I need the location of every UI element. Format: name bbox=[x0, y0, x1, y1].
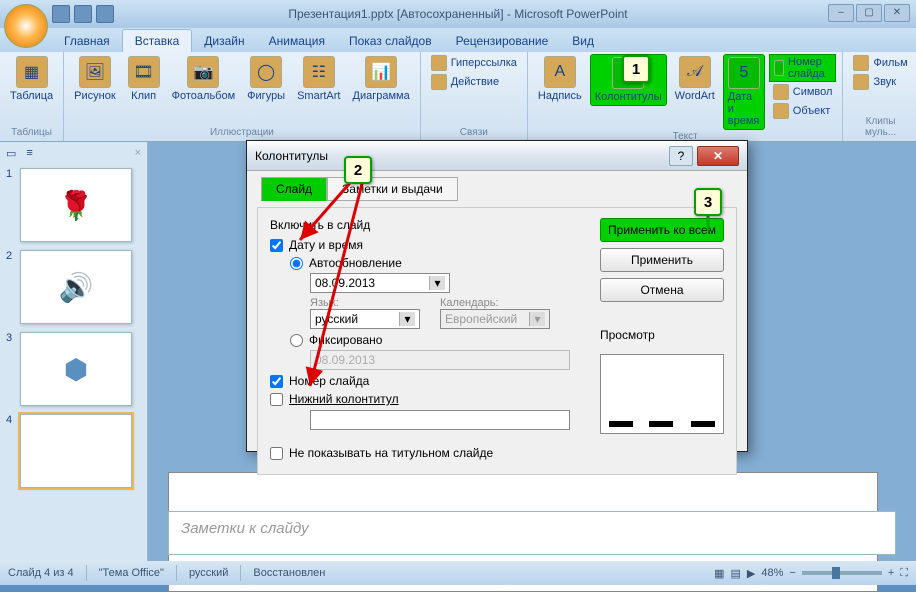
status-bar: Слайд 4 из 4 "Тема Office" русский Восст… bbox=[0, 561, 916, 585]
qat-redo-icon[interactable] bbox=[96, 5, 114, 23]
symbol-button[interactable]: Символ bbox=[769, 83, 837, 101]
slide-thumb-3[interactable]: ⬢ bbox=[20, 332, 132, 406]
qat-save-icon[interactable] bbox=[52, 5, 70, 23]
album-icon: 📷 bbox=[187, 56, 219, 88]
zoom-slider[interactable] bbox=[802, 571, 882, 575]
calendar-combo: Европейский▾ bbox=[440, 309, 550, 329]
datetime-button[interactable]: 5Дата и время bbox=[723, 54, 765, 130]
status-slide: Слайд 4 из 4 bbox=[8, 567, 74, 579]
dialog-close-button[interactable]: ✕ bbox=[697, 146, 739, 166]
album-button[interactable]: 📷Фотоальбом bbox=[168, 54, 240, 104]
slide-thumb-2[interactable]: 🔊 bbox=[20, 250, 132, 324]
tab-view[interactable]: Вид bbox=[560, 30, 606, 52]
movie-button[interactable]: Фильм bbox=[849, 54, 911, 72]
preview-label: Просмотр bbox=[600, 328, 724, 342]
dialog-help-button[interactable]: ? bbox=[669, 146, 693, 166]
minimize-button[interactable]: – bbox=[828, 4, 854, 22]
thumb-num: 3 bbox=[6, 332, 16, 406]
sound-icon bbox=[853, 74, 869, 90]
view-sorter-icon[interactable]: ▤ bbox=[731, 567, 741, 580]
qat-undo-icon[interactable] bbox=[74, 5, 92, 23]
thumb-num: 4 bbox=[6, 414, 16, 488]
step-marker-3: 3 bbox=[694, 188, 722, 216]
tab-slideshow[interactable]: Показ слайдов bbox=[337, 30, 444, 52]
thumb-num: 1 bbox=[6, 168, 16, 242]
tab-insert[interactable]: Вставка bbox=[122, 29, 193, 52]
sound-button[interactable]: Звук bbox=[849, 73, 911, 91]
tab-design[interactable]: Дизайн bbox=[192, 30, 256, 52]
step-marker-2: 2 bbox=[344, 156, 372, 184]
group-links-label: Связи bbox=[427, 126, 521, 139]
group-illustrations-label: Иллюстрации bbox=[70, 126, 414, 139]
zoom-level[interactable]: 48% bbox=[761, 567, 783, 579]
group-tables-label: Таблицы bbox=[6, 126, 57, 139]
chevron-down-icon: ▾ bbox=[529, 312, 545, 326]
fit-icon[interactable]: ⛶ bbox=[900, 567, 908, 580]
notes-pane[interactable]: Заметки к слайду bbox=[168, 511, 896, 555]
status-recovered: Восстановлен bbox=[253, 567, 325, 579]
footer-input[interactable] bbox=[310, 410, 570, 430]
smartart-icon: ☷ bbox=[303, 56, 335, 88]
chevron-down-icon: ▾ bbox=[429, 276, 445, 290]
picture-icon: 🖼 bbox=[79, 56, 111, 88]
slidenumber-button[interactable]: Номер слайда bbox=[769, 54, 837, 82]
chart-icon: 📊 bbox=[365, 56, 397, 88]
zoom-in-icon[interactable]: + bbox=[888, 567, 894, 579]
slides-panel: ▭ ≡ × 1🌹 2🔊 3⬢ 4 bbox=[0, 142, 148, 561]
shapes-icon: ◯ bbox=[250, 56, 282, 88]
number-icon bbox=[774, 60, 784, 76]
table-icon: ▦ bbox=[16, 56, 48, 88]
outline-tab-icon[interactable]: ▭ bbox=[6, 147, 16, 160]
wordart-icon: 𝒜 bbox=[679, 56, 711, 88]
ribbon-tabs: Главная Вставка Дизайн Анимация Показ сл… bbox=[0, 28, 916, 52]
textbox-button[interactable]: AНадпись bbox=[534, 54, 586, 104]
chevron-down-icon: ▾ bbox=[399, 312, 415, 326]
picture-button[interactable]: 🖼Рисунок bbox=[70, 54, 120, 104]
ribbon: ▦Таблица Таблицы 🖼Рисунок 🎞Клип 📷Фотоаль… bbox=[0, 52, 916, 142]
notitle-label: Не показывать на титульном слайде bbox=[289, 446, 493, 460]
datetime-icon: 5 bbox=[728, 57, 760, 89]
textbox-icon: A bbox=[544, 56, 576, 88]
movie-icon bbox=[853, 55, 869, 71]
zoom-out-icon[interactable]: − bbox=[789, 567, 795, 579]
link-icon bbox=[431, 55, 447, 71]
hyperlink-button[interactable]: Гиперссылка bbox=[427, 54, 521, 72]
clip-icon: 🎞 bbox=[128, 56, 160, 88]
close-button[interactable]: ✕ bbox=[884, 4, 910, 22]
preview-box bbox=[600, 354, 724, 434]
step-marker-1: 1 bbox=[622, 55, 650, 83]
object-icon bbox=[773, 103, 789, 119]
slides-tab-icon[interactable]: ≡ bbox=[26, 147, 32, 159]
apply-button[interactable]: Применить bbox=[600, 248, 724, 272]
smartart-button[interactable]: ☷SmartArt bbox=[293, 54, 344, 104]
window-title: Презентация1.pptx [Автосохраненный] - Mi… bbox=[288, 7, 627, 21]
notitle-checkbox[interactable] bbox=[270, 447, 283, 460]
tab-animation[interactable]: Анимация bbox=[257, 30, 337, 52]
maximize-button[interactable]: ▢ bbox=[856, 4, 882, 22]
action-button[interactable]: Действие bbox=[427, 73, 521, 91]
tab-review[interactable]: Рецензирование bbox=[444, 30, 561, 52]
clip-button[interactable]: 🎞Клип bbox=[124, 54, 164, 104]
office-button[interactable] bbox=[4, 4, 48, 48]
close-panel-icon[interactable]: × bbox=[135, 147, 141, 159]
status-lang[interactable]: русский bbox=[189, 567, 228, 579]
tab-home[interactable]: Главная bbox=[52, 30, 122, 52]
group-media-label: Клипы муль... bbox=[849, 115, 911, 139]
thumb-num: 2 bbox=[6, 250, 16, 324]
table-button[interactable]: ▦Таблица bbox=[6, 54, 57, 104]
action-icon bbox=[431, 74, 447, 90]
calendar-label: Календарь: bbox=[440, 297, 550, 309]
view-show-icon[interactable]: ▶ bbox=[747, 567, 755, 580]
wordart-button[interactable]: 𝒜WordArt bbox=[671, 54, 719, 104]
slide-thumb-1[interactable]: 🌹 bbox=[20, 168, 132, 242]
status-theme: "Тема Office" bbox=[99, 567, 164, 579]
shapes-button[interactable]: ◯Фигуры bbox=[243, 54, 289, 104]
view-normal-icon[interactable]: ▦ bbox=[714, 567, 724, 580]
symbol-icon bbox=[773, 84, 789, 100]
chart-button[interactable]: 📊Диаграмма bbox=[349, 54, 414, 104]
object-button[interactable]: Объект bbox=[769, 102, 837, 120]
slide-thumb-4[interactable] bbox=[20, 414, 132, 488]
cancel-button[interactable]: Отмена bbox=[600, 278, 724, 302]
dialog-title: Колонтитулы bbox=[255, 149, 669, 163]
